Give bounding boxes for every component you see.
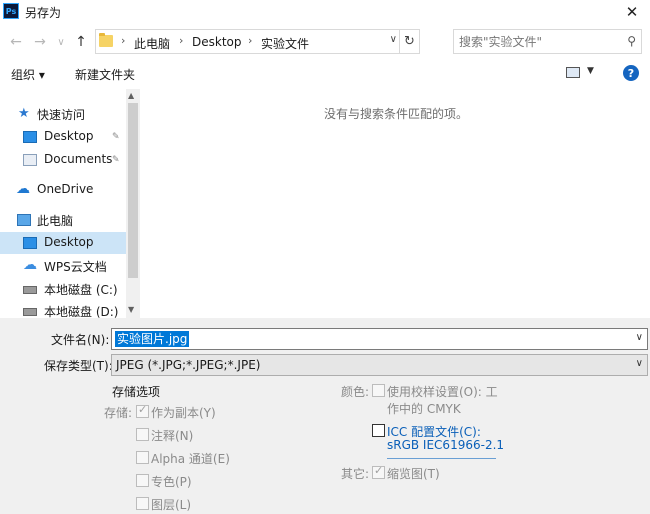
sidebar-item-label: OneDrive xyxy=(37,182,94,196)
proof-setup-label: 使用校样设置(O): 工 xyxy=(387,385,498,399)
wps-cloud-icon: ☁ xyxy=(23,257,37,273)
sidebar-item-label: WPS云文档 xyxy=(44,260,107,274)
sidebar-item-label: Documents xyxy=(44,152,113,166)
pin-icon: ✎ xyxy=(112,155,120,165)
search-input[interactable] xyxy=(459,33,619,50)
color-label: 颜色: xyxy=(341,385,370,399)
desktop-icon xyxy=(23,131,37,143)
breadcrumb-desktop[interactable]: Desktop xyxy=(192,35,242,49)
view-dropdown-icon[interactable]: ▼ xyxy=(587,66,594,76)
filename-dropdown-icon[interactable]: ∨ xyxy=(636,332,643,343)
sidebar-item-label: 本地磁盘 (D:) xyxy=(44,305,119,318)
address-bar[interactable]: › 此电脑 › Desktop › 实验文件 ∨ ↻ xyxy=(95,29,420,54)
sidebar-item-desktop-quick[interactable]: Desktop ✎ xyxy=(0,126,126,148)
filetype-dropdown-icon[interactable]: ∨ xyxy=(636,358,643,369)
sidebar-item-label: Desktop xyxy=(44,129,94,143)
new-folder-button[interactable]: 新建文件夹 xyxy=(75,66,135,83)
address-dropdown-icon[interactable]: ∨ xyxy=(390,34,397,45)
layers-checkbox[interactable] xyxy=(136,497,149,510)
save-label: 存储: xyxy=(104,406,133,420)
filename-value[interactable]: 实验图片.jpg xyxy=(115,331,190,347)
proof-setup-checkbox[interactable] xyxy=(372,384,385,397)
title-bar: Ps 另存为 ✕ xyxy=(0,0,650,24)
sidebar-item-quick-access[interactable]: ★ 快速访问 xyxy=(0,103,126,125)
sidebar-item-drive-c[interactable]: 本地磁盘 (C:) xyxy=(0,278,126,300)
icc-profile-value: sRGB IEC61966-2.1 xyxy=(387,438,505,452)
sidebar-item-drive-d[interactable]: 本地磁盘 (D:) xyxy=(0,300,126,318)
breadcrumb-separator[interactable]: › xyxy=(121,34,125,47)
up-button[interactable]: ↑ xyxy=(72,33,90,51)
breadcrumb-separator[interactable]: › xyxy=(179,34,183,47)
organize-button[interactable]: 组织 ▾ xyxy=(11,66,45,83)
search-box[interactable]: ⚲ xyxy=(453,29,642,54)
drive-icon xyxy=(23,286,37,294)
annotations-label: 注释(N) xyxy=(151,429,194,443)
alpha-channels-checkbox[interactable] xyxy=(136,451,149,464)
refresh-button[interactable]: ↻ xyxy=(399,30,419,53)
cloud-icon: ☁ xyxy=(16,181,30,197)
recent-locations-button[interactable]: ∨ xyxy=(52,33,70,51)
filetype-select[interactable]: JPEG (*.JPG;*.JPEG;*.JPE) ∨ xyxy=(111,354,648,376)
navigation-bar: ← → ∨ ↑ › 此电脑 › Desktop › 实验文件 ∨ ↻ ⚲ xyxy=(0,28,650,56)
spot-colors-label: 专色(P) xyxy=(151,475,192,489)
thumbnail-label: 缩览图(T) xyxy=(387,467,440,481)
sidebar-item-onedrive[interactable]: ☁ OneDrive xyxy=(0,179,126,201)
sidebar-item-desktop[interactable]: Desktop xyxy=(0,232,126,254)
thumbnail-checkbox[interactable]: ✓ xyxy=(372,464,385,479)
drive-icon xyxy=(23,308,37,316)
sidebar-item-label: 此电脑 xyxy=(37,214,74,228)
sidebar-item-this-pc[interactable]: 此电脑 xyxy=(0,209,126,231)
scroll-down-icon[interactable]: ▼ xyxy=(128,305,134,314)
filename-label: 文件名(N): xyxy=(51,333,110,347)
navigation-pane: ★ 快速访问 Desktop ✎ Documents ✎ ☁ OneDrive … xyxy=(0,89,140,318)
photoshop-icon: Ps xyxy=(3,3,19,19)
sidebar-item-label: 本地磁盘 (C:) xyxy=(44,283,118,297)
filetype-value: JPEG (*.JPG;*.JPEG;*.JPE) xyxy=(116,358,261,372)
sidebar-item-label: Desktop xyxy=(44,235,94,249)
search-icon[interactable]: ⚲ xyxy=(627,34,636,48)
desktop-icon xyxy=(23,237,37,249)
empty-results-message: 没有与搜索条件匹配的项。 xyxy=(323,107,468,121)
filename-field[interactable]: 实验图片.jpg ∨ xyxy=(111,328,648,350)
documents-icon xyxy=(23,154,37,166)
view-options-icon[interactable] xyxy=(566,67,580,78)
scrollbar-thumb[interactable] xyxy=(128,103,138,278)
sidebar-item-documents[interactable]: Documents ✎ xyxy=(0,149,126,171)
help-icon[interactable]: ? xyxy=(623,65,639,81)
dialog-title: 另存为 xyxy=(25,6,62,20)
pin-icon: ✎ xyxy=(112,132,120,142)
spot-colors-checkbox[interactable] xyxy=(136,474,149,487)
save-options-panel: 文件名(N): 实验图片.jpg ∨ 保存类型(T): JPEG (*.JPG;… xyxy=(0,318,650,514)
annotations-checkbox[interactable] xyxy=(136,428,149,441)
scroll-up-icon[interactable]: ▲ xyxy=(128,91,134,100)
other-label: 其它: xyxy=(341,467,370,481)
breadcrumb-current-folder[interactable]: 实验文件 xyxy=(261,35,309,52)
forward-button[interactable]: → xyxy=(31,33,49,51)
proof-setup-label-cont: 作中的 CMYK xyxy=(387,402,461,416)
file-list-pane[interactable]: 没有与搜索条件匹配的项。 xyxy=(142,89,650,318)
star-icon: ★ xyxy=(18,106,30,121)
close-button[interactable]: ✕ xyxy=(614,0,650,24)
sidebar-item-wps-cloud[interactable]: ☁ WPS云文档 xyxy=(0,255,126,277)
sidebar-item-label: 快速访问 xyxy=(37,108,86,122)
icc-profile-checkbox[interactable] xyxy=(372,424,385,437)
filetype-label: 保存类型(T): xyxy=(44,359,113,373)
folder-icon xyxy=(99,33,113,47)
layers-label: 图层(L) xyxy=(151,498,192,512)
computer-icon xyxy=(17,214,31,226)
toolbar: 组织 ▾ 新建文件夹 ▼ ? xyxy=(0,62,650,86)
divider xyxy=(387,458,496,459)
breadcrumb-separator[interactable]: › xyxy=(248,34,252,47)
save-options-title: 存储选项 xyxy=(112,385,161,399)
as-copy-label: 作为副本(Y) xyxy=(151,406,216,420)
as-copy-checkbox[interactable]: ✓ xyxy=(136,403,149,418)
breadcrumb-this-pc[interactable]: 此电脑 xyxy=(134,35,170,52)
alpha-channels-label: Alpha 通道(E) xyxy=(151,452,230,466)
back-button[interactable]: ← xyxy=(7,33,25,51)
